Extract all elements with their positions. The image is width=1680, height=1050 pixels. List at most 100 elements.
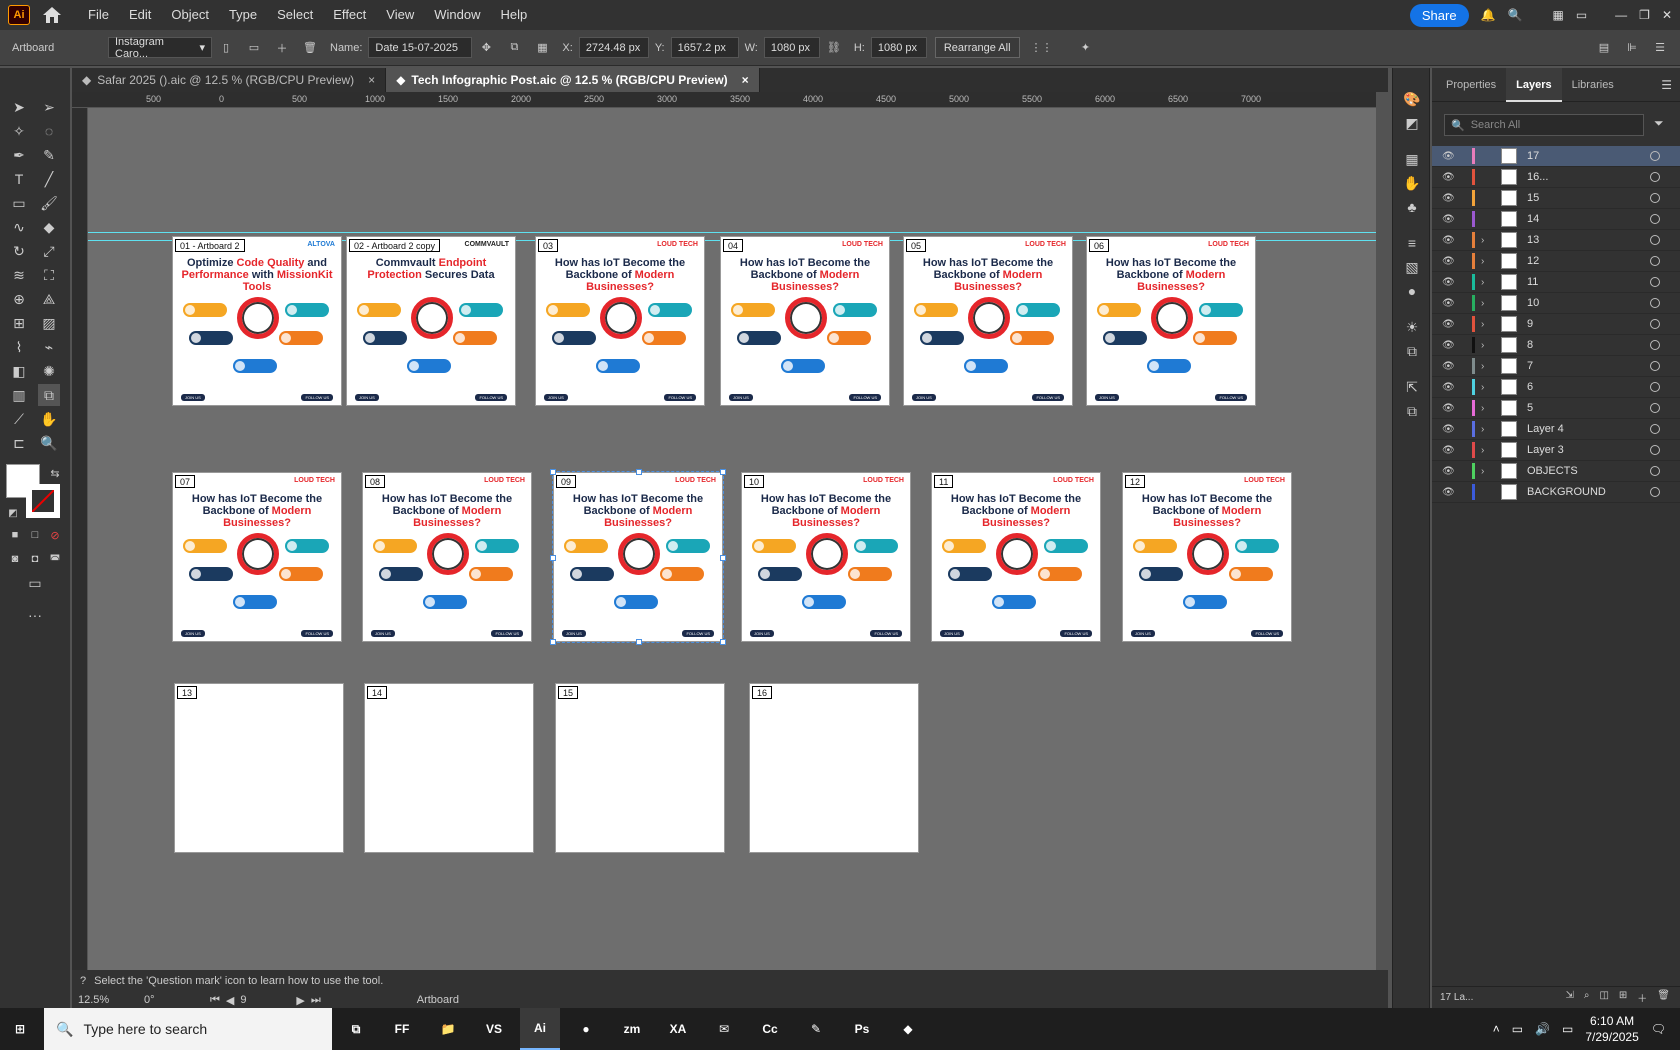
mesh-tool-icon[interactable]: ⊞	[8, 312, 30, 334]
line-tool-icon[interactable]: ╱	[38, 168, 60, 190]
new-sublayer-icon[interactable]: ⊞	[1619, 990, 1627, 1005]
puppet-warp-icon[interactable]: ✦	[1076, 38, 1096, 58]
edit-toolbar-icon[interactable]: ···	[24, 604, 46, 626]
help-icon[interactable]: ?	[80, 975, 86, 987]
none-mode-icon[interactable]: ⊘	[44, 524, 66, 546]
new-artboard-icon[interactable]: ＋	[272, 38, 292, 58]
taskbar-app[interactable]: XA	[658, 1008, 698, 1050]
layer-name[interactable]: 10	[1527, 297, 1650, 309]
menu-view[interactable]: View	[376, 0, 424, 30]
color-guide-icon[interactable]: ◩	[1401, 112, 1423, 134]
blend-tool-icon[interactable]: ◧	[8, 360, 30, 382]
preset-select[interactable]: Instagram Caro... ▾	[108, 36, 212, 60]
align-icon[interactable]: ⊫	[1622, 38, 1642, 58]
artboard-label[interactable]: 08	[365, 475, 386, 488]
rotation-value[interactable]: 0°	[144, 994, 204, 1006]
slice-tool-icon[interactable]: ⟋	[8, 408, 30, 430]
gradient-mode-icon[interactable]: □	[24, 524, 46, 546]
artboard-label[interactable]: 03	[538, 239, 559, 252]
stroke-swatch[interactable]	[26, 484, 60, 518]
eraser-icon[interactable]: ◆	[38, 216, 60, 238]
menu-help[interactable]: Help	[490, 0, 537, 30]
artboard-label[interactable]: 07	[175, 475, 196, 488]
layer-name[interactable]: 6	[1527, 381, 1650, 393]
menu-object[interactable]: Object	[161, 0, 219, 30]
artboard[interactable]: 13	[174, 683, 344, 853]
target-circle-icon[interactable]	[1650, 235, 1660, 245]
show-hidden-icons[interactable]: ˄	[1493, 1022, 1500, 1036]
layer-name[interactable]: 7	[1527, 360, 1650, 372]
draw-normal-icon[interactable]: ◙	[4, 548, 26, 570]
layer-row[interactable]: 👁 › 9	[1432, 314, 1680, 335]
symbols-icon[interactable]: ♣	[1401, 196, 1423, 218]
artboard-label[interactable]: 09	[556, 475, 577, 488]
layer-name[interactable]: 8	[1527, 339, 1650, 351]
layer-name[interactable]: 16...	[1527, 171, 1650, 183]
start-icon[interactable]: ⊞	[0, 1008, 40, 1050]
artboard[interactable]: 03 LOUD TECH How has IoT Become the Backbo…	[535, 236, 705, 406]
last-artboard-icon[interactable]: ⏭	[311, 994, 321, 1007]
menu-edit[interactable]: Edit	[119, 0, 161, 30]
expand-arrow-icon[interactable]: ›	[1481, 466, 1495, 477]
visibility-eye-icon[interactable]: 👁	[1442, 298, 1460, 309]
artboard-label[interactable]: 06	[1089, 239, 1110, 252]
x-input[interactable]: 2724.48 px	[578, 37, 649, 58]
color-mode-icon[interactable]: ■	[4, 524, 26, 546]
taskbar-app[interactable]: 📁	[428, 1008, 468, 1050]
target-circle-icon[interactable]	[1650, 214, 1660, 224]
new-layer-icon[interactable]: ＋	[1637, 990, 1647, 1005]
landscape-icon[interactable]: ▭	[244, 38, 264, 58]
artboard-label[interactable]: 14	[367, 686, 388, 699]
tab-libraries[interactable]: Libraries	[1562, 68, 1624, 102]
prev-artboard-icon[interactable]: ◀	[226, 994, 234, 1007]
make-clipping-mask-icon[interactable]: ◫	[1599, 990, 1608, 1005]
clock[interactable]: 6:10 AM 7/29/2025	[1585, 1013, 1638, 1045]
swap-fill-stroke-icon[interactable]: ⇆	[44, 462, 66, 484]
move-with-artboard-icon[interactable]: ✥	[476, 38, 496, 58]
export-icon[interactable]: ⇱	[1401, 376, 1423, 398]
graph-tool-icon[interactable]: ▥	[8, 384, 30, 406]
visibility-eye-icon[interactable]: 👁	[1442, 235, 1460, 246]
artboard[interactable]: 02 - Artboard 2 copy COMMVAULT Commvault E…	[346, 236, 516, 406]
portrait-icon[interactable]: ▯	[216, 38, 236, 58]
layer-name[interactable]: Layer 3	[1527, 444, 1650, 456]
resize-handle[interactable]	[636, 469, 642, 475]
type-tool-icon[interactable]: T	[8, 168, 30, 190]
artboard-label[interactable]: 15	[558, 686, 579, 699]
color-panel-icon[interactable]: 🎨	[1401, 88, 1423, 110]
shape-builder-icon[interactable]: ⊕	[8, 288, 30, 310]
menu-type[interactable]: Type	[219, 0, 267, 30]
taskbar-app[interactable]: ◆	[888, 1008, 928, 1050]
visibility-eye-icon[interactable]: 👁	[1442, 466, 1460, 477]
arrange-documents-icon[interactable]: ▦	[1552, 8, 1563, 22]
curvature-tool-icon[interactable]: ✎	[38, 144, 60, 166]
width-tool-icon[interactable]: ≋	[8, 264, 30, 286]
expand-arrow-icon[interactable]: ›	[1481, 340, 1495, 351]
close-tab-icon[interactable]: ×	[368, 73, 375, 87]
layer-name[interactable]: BACKGROUND	[1527, 486, 1650, 498]
resize-handle[interactable]	[720, 469, 726, 475]
draw-inside-icon[interactable]: ◚	[44, 548, 66, 570]
expand-arrow-icon[interactable]: ›	[1481, 319, 1495, 330]
expand-arrow-icon[interactable]: ›	[1481, 256, 1495, 267]
constrain-proportions-icon[interactable]: ⛓	[824, 38, 844, 58]
visibility-eye-icon[interactable]: 👁	[1442, 256, 1460, 267]
menu-file[interactable]: File	[78, 0, 119, 30]
workspace-icon[interactable]: ▭	[1576, 8, 1587, 22]
layer-row[interactable]: 👁 › 11	[1432, 272, 1680, 293]
expand-arrow-icon[interactable]: ›	[1481, 277, 1495, 288]
expand-arrow-icon[interactable]: ›	[1481, 403, 1495, 414]
zoom-level[interactable]: 12.5%	[78, 994, 138, 1006]
layers-search-input[interactable]: 🔍 Search All	[1444, 114, 1644, 136]
minimize-icon[interactable]: —	[1615, 8, 1627, 22]
vertical-ruler[interactable]	[72, 108, 88, 970]
swatches-icon[interactable]: ▦	[1401, 148, 1423, 170]
visibility-eye-icon[interactable]: 👁	[1442, 319, 1460, 330]
artboard[interactable]: 07 LOUD TECH How has IoT Become the Backbo…	[172, 472, 342, 642]
hand-tool-icon[interactable]: ✋	[38, 408, 60, 430]
appearance-icon[interactable]: ☀	[1401, 316, 1423, 338]
layer-row[interactable]: 👁 › Layer 4	[1432, 419, 1680, 440]
visibility-eye-icon[interactable]: 👁	[1442, 172, 1460, 183]
bell-icon[interactable]: 🔔	[1481, 8, 1496, 22]
artboard[interactable]: 08 LOUD TECH How has IoT Become the Backbo…	[362, 472, 532, 642]
